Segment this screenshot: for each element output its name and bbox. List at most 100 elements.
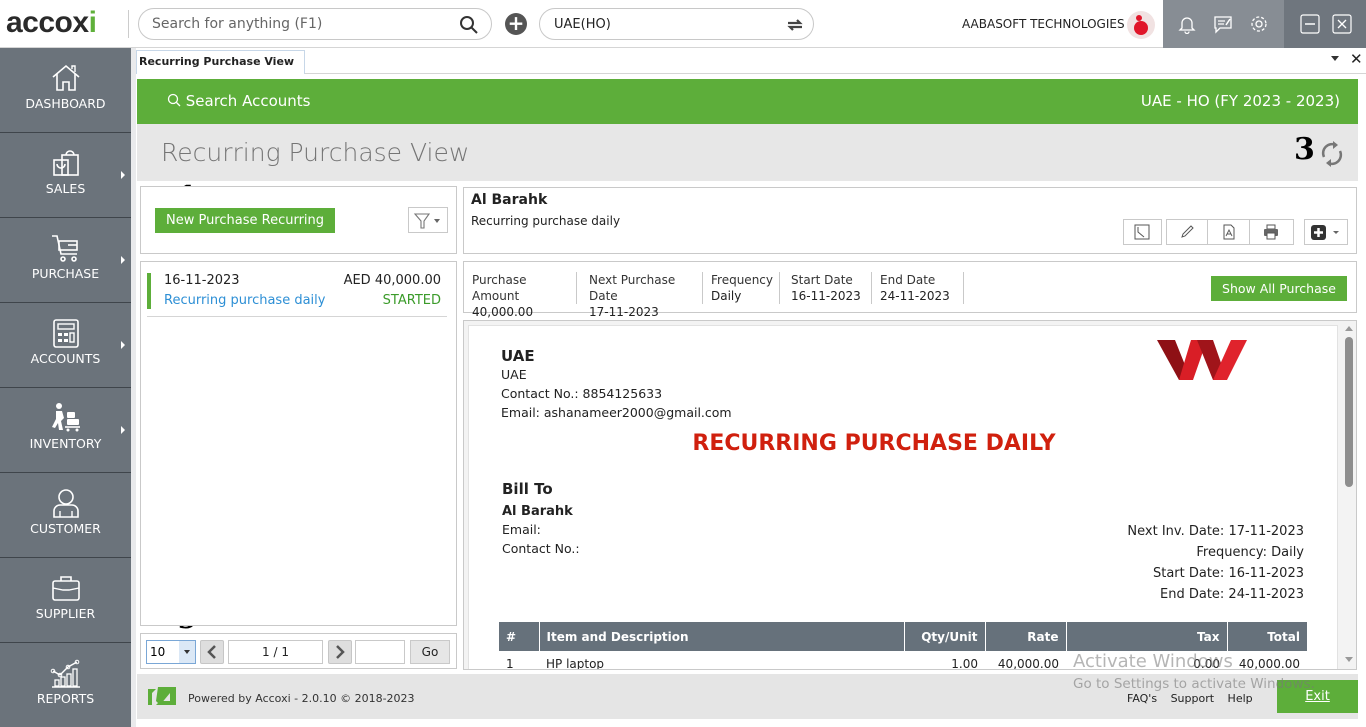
tab-recurring-purchase-view[interactable]: Recurring Purchase View <box>136 50 306 74</box>
window-controls <box>1284 0 1366 48</box>
col-total: Total <box>1227 622 1307 651</box>
item-description-link[interactable]: Recurring purchase daily <box>164 293 325 308</box>
chevron-down-icon <box>179 641 195 663</box>
bill-to-name: Al Barahk <box>502 504 573 519</box>
col-number: # <box>499 622 540 651</box>
cart-icon <box>52 235 78 262</box>
list-toolbar: New Purchase Recurring <box>140 186 457 254</box>
accounts-header: Search Accounts UAE - HO (FY 2023 - 2023… <box>137 79 1358 124</box>
print-button[interactable] <box>1251 220 1293 244</box>
sidebar-item-dashboard[interactable]: DASHBOARD <box>0 48 131 133</box>
purchase-amount: Purchase Amount 40,000.00 <box>464 272 577 319</box>
document-preview: UAE UAE Contact No.: 8854125633 Email: a… <box>463 320 1357 670</box>
bill-to-email: Email: <box>502 522 541 537</box>
list-item[interactable]: 16-11-2023 AED 40,000.00 Recurring purch… <box>147 270 447 317</box>
add-more-icon <box>1311 225 1339 240</box>
chevron-right-icon <box>336 645 345 659</box>
scroll-up-icon[interactable] <box>1345 326 1353 331</box>
sidebar-item-inventory[interactable]: INVENTORY <box>0 388 131 473</box>
scroll-down-icon[interactable] <box>1345 657 1353 662</box>
add-icon[interactable]: + <box>505 13 527 35</box>
end-date: End Date 24-11-2023 <box>872 272 964 304</box>
vertical-scrollbar[interactable] <box>1341 321 1356 669</box>
history-icon <box>1134 224 1150 240</box>
search-accounts-button[interactable]: Search Accounts <box>167 92 310 110</box>
doc-frequency: Frequency: Daily <box>1196 545 1304 560</box>
branch-value: UAE(HO) <box>554 17 611 32</box>
bill-to-contact: Contact No.: <box>502 541 580 556</box>
sidebar-item-label: CUSTOMER <box>30 521 101 536</box>
sidebar-item-label: SALES <box>45 181 86 196</box>
branch-selector[interactable]: UAE(HO) <box>539 8 814 40</box>
col-item: Item and Description <box>539 622 905 651</box>
pdf-button[interactable] <box>1209 220 1250 244</box>
switch-icon[interactable] <box>785 15 805 39</box>
search-icon <box>167 93 181 107</box>
home-icon <box>52 64 80 91</box>
go-button[interactable]: Go <box>410 640 450 664</box>
activate-windows-watermark: Activate Windows <box>1073 651 1233 672</box>
selection-indicator <box>147 273 151 309</box>
accoxi-logo: accoxi <box>6 6 97 39</box>
sidebar-item-accounts[interactable]: ACCOUNTS <box>0 303 131 388</box>
close-tab-icon[interactable]: ✕ <box>1350 50 1363 68</box>
more-actions-button[interactable] <box>1304 219 1348 245</box>
sidebar-item-supplier[interactable]: SUPPLIER <box>0 558 131 643</box>
history-button[interactable] <box>1123 219 1162 245</box>
organization-label: UAE - HO (FY 2023 - 2023) <box>1140 92 1340 110</box>
caret-right-icon <box>121 341 125 349</box>
new-purchase-recurring-button[interactable]: New Purchase Recurring <box>155 208 335 233</box>
gear-icon[interactable] <box>1249 14 1269 34</box>
filter-button[interactable] <box>408 207 448 233</box>
page-size-select[interactable]: 10 <box>146 640 196 664</box>
sidebar-item-label: INVENTORY <box>29 436 102 451</box>
refresh-icon[interactable] <box>1318 139 1346 173</box>
chart-icon <box>50 659 80 688</box>
doc-start-date: Start Date: 16-11-2023 <box>1152 566 1304 581</box>
accoxi-mark-icon <box>148 687 176 705</box>
faq-link[interactable]: FAQ's <box>1127 692 1157 705</box>
goto-page-input[interactable] <box>355 640 405 664</box>
close-icon[interactable] <box>1332 14 1352 34</box>
item-date: 16-11-2023 <box>164 273 240 288</box>
action-button-group <box>1166 219 1294 245</box>
briefcase-icon <box>52 576 80 601</box>
company-logo <box>1157 340 1247 380</box>
bell-icon[interactable] <box>1177 14 1197 35</box>
next-page-button[interactable] <box>328 640 352 664</box>
global-search-input[interactable]: Search for anything (F1) <box>138 8 492 40</box>
help-link[interactable]: Help <box>1228 692 1253 705</box>
pagination: 10 1 / 1 Go <box>140 633 457 669</box>
tab-list-dropdown-icon[interactable] <box>1331 56 1339 61</box>
tab-bar: Recurring Purchase View ✕ <box>136 48 1366 74</box>
calculator-icon <box>53 319 79 348</box>
minimize-icon[interactable] <box>1300 14 1320 34</box>
footer-links: FAQ's Support Help <box>1127 692 1263 705</box>
detail-header: Al Barahk Recurring purchase daily <box>463 187 1357 254</box>
message-icon[interactable] <box>1213 14 1233 34</box>
caret-right-icon <box>121 256 125 264</box>
avatar[interactable] <box>1127 11 1155 39</box>
sidebar-item-label: DASHBOARD <box>25 96 106 111</box>
item-amount: AED 40,000.00 <box>343 273 441 288</box>
doc-end-date: End Date: 24-11-2023 <box>1160 587 1304 602</box>
company-selector[interactable]: AABASOFT TECHNOLOGIES▶ <box>962 17 1135 31</box>
filter-icon <box>413 213 431 229</box>
scroll-thumb[interactable] <box>1345 337 1353 487</box>
sidebar-item-purchase[interactable]: PURCHASE <box>0 218 131 303</box>
search-placeholder: Search for anything (F1) <box>152 16 323 32</box>
prev-page-button[interactable] <box>200 640 224 664</box>
sidebar-item-sales[interactable]: SALES <box>0 133 131 218</box>
next-purchase-date: Next Purchase Date 17-11-2023 <box>581 272 703 319</box>
chevron-left-icon <box>207 645 216 659</box>
company-email: Email: ashanameer2000@gmail.com <box>501 405 732 420</box>
sidebar-item-customer[interactable]: CUSTOMER <box>0 473 131 558</box>
sidebar-item-reports[interactable]: REPORTS <box>0 643 131 727</box>
edit-button[interactable] <box>1167 220 1208 244</box>
show-all-purchase-button[interactable]: Show All Purchase <box>1211 276 1347 301</box>
shopping-bag-icon <box>53 150 79 176</box>
frequency: Frequency Daily <box>703 272 780 304</box>
search-icon[interactable] <box>459 15 479 39</box>
support-link[interactable]: Support <box>1171 692 1214 705</box>
sidebar-item-label: SUPPLIER <box>35 606 96 621</box>
